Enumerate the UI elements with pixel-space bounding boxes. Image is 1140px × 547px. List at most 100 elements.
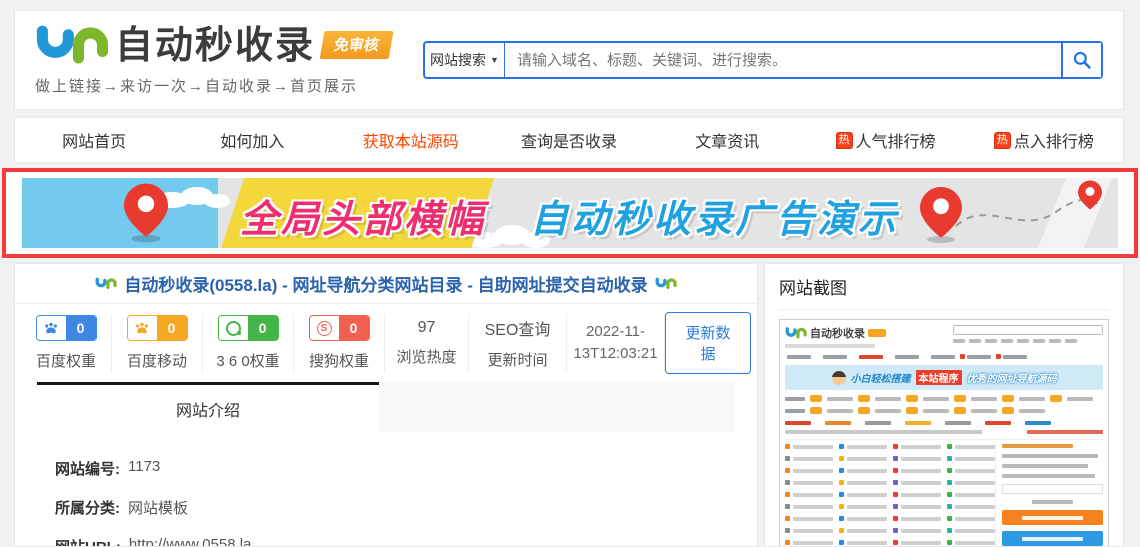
thumb-link-item: [785, 540, 833, 545]
field-value[interactable]: http://www.0558.la: [129, 536, 252, 547]
thumb-favicon-dot: [839, 468, 844, 473]
thumb-text-bar: [901, 493, 941, 497]
search-button[interactable]: [1061, 43, 1101, 77]
360-icon: [219, 316, 248, 340]
nav-item-popularity-rank[interactable]: 热人气排行榜: [806, 128, 964, 152]
update-data-button[interactable]: 更新数据: [665, 312, 751, 374]
thumb-text-bar: [827, 397, 853, 401]
thumb-notice-row: [785, 430, 1103, 434]
thumb-orange-pill: [810, 395, 822, 402]
thumb-link-item: [839, 492, 887, 497]
site-screenshot-thumbnail[interactable]: 自动秒收录 小白轻松搭建 本站程序 优秀的网址导航源码: [779, 319, 1109, 547]
thumb-link-item: [893, 480, 941, 485]
thumb-text-bar: [955, 505, 995, 509]
thumb-link-item: [839, 456, 887, 461]
thumb-text-bar: [793, 529, 833, 533]
thumb-link-item: [839, 480, 887, 485]
thumb-link-item: [785, 516, 833, 521]
main-nav: 网站首页 如何加入 获取本站源码 查询是否收录 文章资讯 热人气排行榜 热点入排…: [14, 117, 1124, 163]
field-value: 1173: [128, 458, 160, 479]
hot-icon: 热: [994, 132, 1011, 149]
thumb-pill-row: [785, 395, 1103, 402]
nav-item-check-included[interactable]: 查询是否收录: [490, 128, 648, 152]
thumb-text-bar: [785, 409, 805, 413]
thumb-category-bar: [865, 421, 891, 425]
thumb-text-bar: [1033, 339, 1045, 343]
main-row: 自动秒收录(0558.la) - 网址导航分类网站目录 - 自助网址提交自动收录…: [14, 263, 1124, 547]
thumb-input-box: [1002, 484, 1103, 494]
search-category-select[interactable]: 网站搜索 ▼: [425, 43, 505, 77]
thumb-text-bar: [953, 339, 965, 343]
thumb-text-bar: [847, 445, 887, 449]
thumb-link-item: [893, 540, 941, 545]
thumb-link-item: [785, 480, 833, 485]
thumb-category-row: [785, 421, 1103, 425]
thumb-link-item: [893, 528, 941, 533]
thumb-favicon-dot: [893, 516, 898, 521]
stat-baidu-weight: 0 百度权重: [21, 314, 112, 372]
thumb-text-bar: [1001, 339, 1013, 343]
field-site-url: 网站URL: http://www.0558.la: [55, 536, 735, 547]
thumb-favicon-dot: [785, 528, 790, 533]
thumb-favicon-dot: [893, 456, 898, 461]
thumb-text-bar: [847, 529, 887, 533]
tab-site-intro[interactable]: 网站介绍: [37, 382, 379, 432]
nav-item-source-code[interactable]: 获取本站源码: [332, 128, 490, 152]
nav-item-articles[interactable]: 文章资讯: [648, 128, 806, 152]
thumb-text-bar: [1067, 397, 1093, 401]
thumb-right-col: [995, 444, 1103, 547]
thumb-favicon-dot: [893, 540, 898, 545]
thumb-favicon-dot: [839, 444, 844, 449]
thumb-text-bar: [901, 541, 941, 545]
ad-banner[interactable]: 全局头部横幅 自动秒收录广告演示: [2, 168, 1138, 258]
detail-tabs: 网站介绍: [37, 382, 735, 432]
search-icon: [1072, 50, 1092, 70]
thumb-orange-pill: [858, 407, 870, 414]
nav-item-clickin-rank[interactable]: 热点入排行榜: [965, 128, 1123, 152]
thumb-favicon-dot: [785, 492, 790, 497]
stat-seo-query[interactable]: SEO查询 更新时间: [469, 314, 567, 372]
thumb-text-bar: [1002, 474, 1095, 478]
thumb-text-bar: [971, 409, 997, 413]
thumb-text-bar: [1002, 444, 1073, 448]
divider: [779, 309, 1109, 310]
thumb-link-item: [785, 528, 833, 533]
thumb-text-bar: [955, 529, 995, 533]
thumb-link-item: [785, 492, 833, 497]
nav-item-home[interactable]: 网站首页: [15, 128, 173, 152]
thumb-favicon-dot: [839, 480, 844, 485]
stat-value: 97: [418, 319, 436, 337]
nav-item-join[interactable]: 如何加入: [173, 128, 331, 152]
thumb-favicon-dot: [785, 516, 790, 521]
stat-value: 0: [339, 316, 369, 340]
thumb-nav-bar: [931, 355, 955, 359]
stat-sogou-weight: S 0 搜狗权重: [294, 314, 385, 372]
thumb-link-item: [893, 444, 941, 449]
search-input[interactable]: [505, 43, 1061, 77]
thumb-hot-dot: [996, 354, 1001, 359]
sogou-icon: S: [310, 316, 339, 340]
thumb-hot-dot: [960, 354, 965, 359]
thumb-link-item: [947, 540, 995, 545]
logo-area[interactable]: 自动秒收录 免审核 做上链接→来访一次→自动收录→首页展示: [35, 25, 405, 96]
thumb-link-item: [785, 456, 833, 461]
ad-banner-image: 全局头部横幅 自动秒收录广告演示: [22, 178, 1118, 248]
nav-label: 文章资讯: [695, 128, 759, 152]
stat-label: 3 6 0权重: [216, 350, 279, 371]
chevron-down-icon: ▼: [490, 55, 499, 65]
thumb-favicon-dot: [947, 480, 952, 485]
stat-update-time: 2022-11- 13T12:03:21: [567, 314, 665, 372]
thumb-text-bar: [923, 397, 949, 401]
thumb-text-bar: [923, 409, 949, 413]
logo-jr-icon: [785, 327, 807, 339]
thumb-text-bar: [847, 541, 887, 545]
thumb-text-bar: [793, 505, 833, 509]
thumb-text-bar: [793, 481, 833, 485]
thumb-text-bar: [955, 469, 995, 473]
thumb-category-bar: [985, 421, 1011, 425]
banner-headline-left: 全局头部横幅: [240, 188, 486, 243]
field-value[interactable]: 网站模板: [128, 497, 188, 518]
thumb-text-bar: [901, 505, 941, 509]
thumb-category-bar: [1025, 421, 1051, 425]
update-date-line2: 13T12:03:21: [573, 345, 657, 362]
